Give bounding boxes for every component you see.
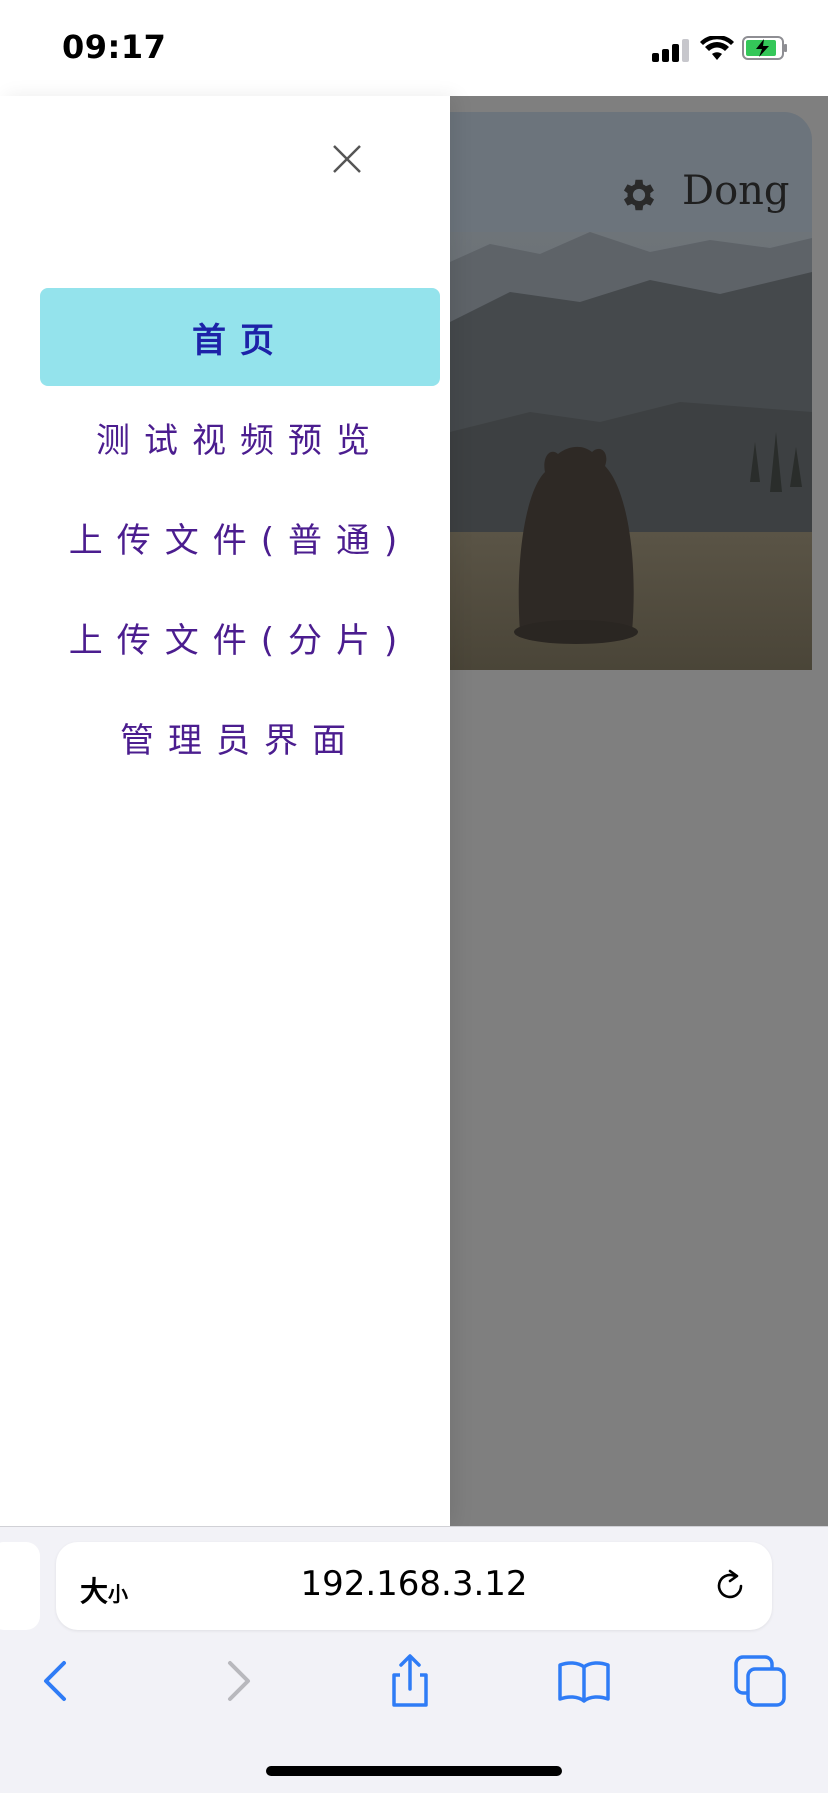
wifi-icon [700,36,734,60]
menu-item-home[interactable]: 首页 [40,288,440,386]
gear-icon[interactable] [618,174,660,216]
menu-item-video-preview[interactable]: 测试视频预览 [40,388,440,486]
menu-item-upload-chunked[interactable]: 上传文件(分片) [40,588,440,686]
background-page-overlay[interactable]: Dong [450,96,828,1526]
previous-tab-preview[interactable] [0,1542,40,1630]
battery-charging-icon [742,36,787,60]
menu-item-upload-normal[interactable]: 上传文件(普通) [40,488,440,586]
hero-card: Dong [450,112,812,750]
bookmarks-icon[interactable] [554,1651,614,1711]
forward-icon[interactable] [206,1651,266,1711]
status-bar: 09:17 [0,0,828,96]
back-icon[interactable] [28,1651,88,1711]
hero-photo [450,232,812,670]
status-time: 09:17 [62,28,167,66]
address-bar[interactable]: 大小 192.168.3.12 [56,1542,772,1630]
tabs-icon[interactable] [730,1651,790,1711]
reload-icon[interactable] [710,1566,750,1606]
navigation-drawer: 首页 测试视频预览 上传文件(普通) 上传文件(分片) 管理员界面 [0,96,450,1526]
close-icon[interactable] [330,142,364,176]
page-header: Dong [450,112,812,232]
browser-bottom-bar: 大小 192.168.3.12 [0,1526,828,1793]
url-text[interactable]: 192.168.3.12 [56,1564,772,1604]
home-indicator [266,1766,562,1776]
menu-item-admin[interactable]: 管理员界面 [40,688,440,786]
user-name[interactable]: Dong [682,168,790,214]
cellular-signal-icon [652,38,692,62]
share-icon[interactable] [380,1651,440,1711]
